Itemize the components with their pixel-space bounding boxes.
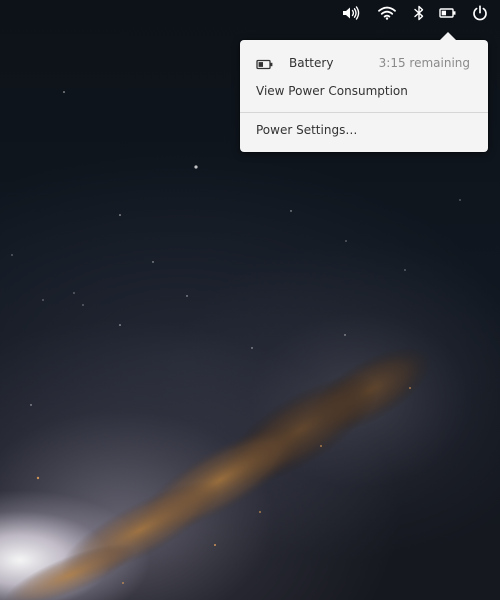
battery-time-remaining: 3:15 remaining	[378, 56, 470, 70]
popover-arrow	[439, 32, 457, 41]
power-popover: Battery 3:15 remaining View Power Consum…	[240, 32, 488, 152]
power-indicator[interactable]	[436, 2, 460, 24]
bluetooth-indicator[interactable]	[407, 2, 431, 24]
view-power-consumption-item[interactable]: View Power Consumption	[240, 80, 488, 104]
volume-high-icon	[343, 6, 360, 20]
view-power-consumption-label: View Power Consumption	[256, 84, 408, 98]
menu-separator	[240, 112, 488, 113]
power-icon	[473, 5, 487, 21]
top-panel	[0, 0, 500, 26]
battery-status-row: Battery 3:15 remaining	[240, 52, 488, 76]
battery-icon	[256, 59, 273, 70]
battery-icon	[439, 8, 456, 18]
battery-title: Battery	[289, 56, 334, 70]
sound-indicator[interactable]	[339, 2, 363, 24]
network-indicator[interactable]	[375, 2, 399, 24]
power-settings-label: Power Settings…	[256, 123, 358, 137]
session-indicator[interactable]	[468, 2, 492, 24]
bluetooth-icon	[414, 5, 424, 21]
power-settings-item[interactable]: Power Settings…	[240, 119, 488, 143]
wifi-icon	[378, 6, 396, 20]
